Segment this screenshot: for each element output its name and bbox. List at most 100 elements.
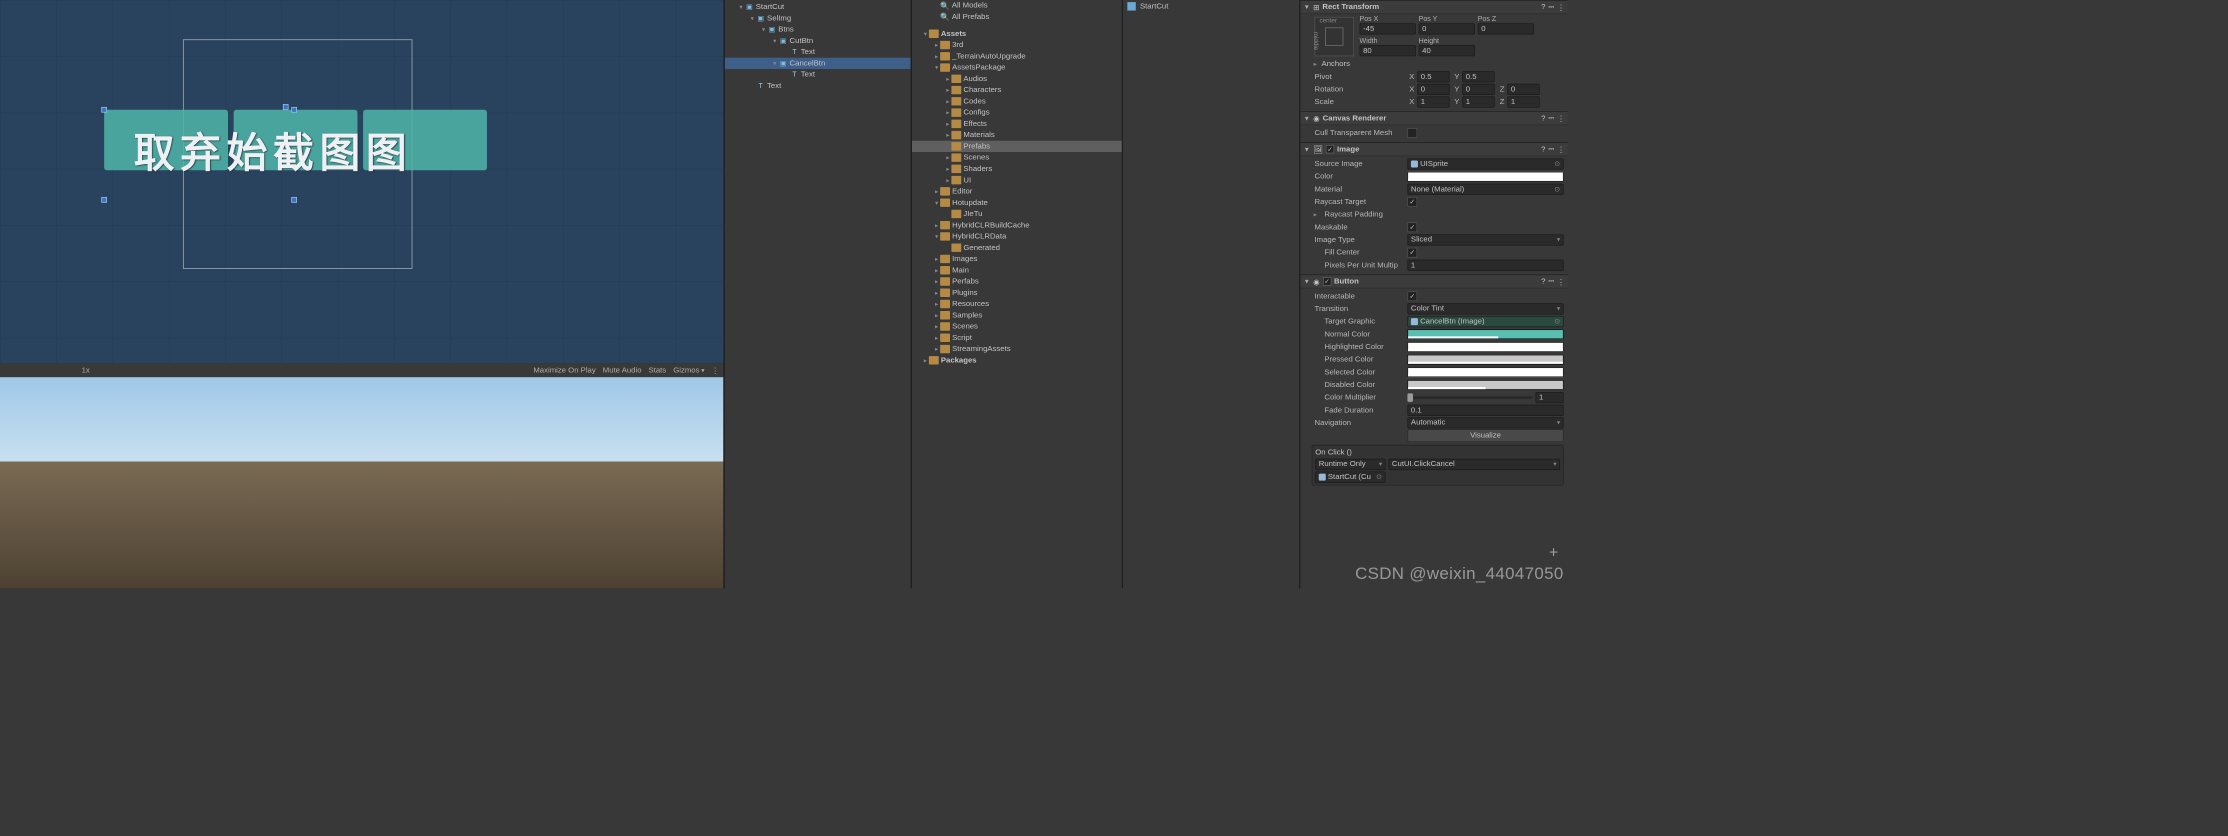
project-folder[interactable]: ▸Plugins <box>912 287 1122 298</box>
rot-x-input[interactable] <box>1417 84 1449 95</box>
project-folder[interactable]: ▸_TerrainAutoUpgrade <box>912 51 1122 62</box>
hierarchy-item[interactable]: ▾▣StartCut <box>725 1 911 12</box>
posy-input[interactable] <box>1419 23 1475 34</box>
source-image-field[interactable]: UISprite⊙ <box>1407 158 1563 169</box>
project-folder[interactable]: ▸Perfabs <box>912 276 1122 287</box>
anchor-preset-icon[interactable]: ⊞ <box>1313 2 1319 11</box>
normal-color-field[interactable] <box>1407 329 1563 339</box>
preset-icon[interactable]: ⎓ <box>1548 114 1554 123</box>
gizmos-dropdown[interactable]: Gizmos <box>673 366 704 374</box>
transition-dropdown[interactable]: Color Tint <box>1407 303 1563 314</box>
scene-canvas[interactable]: 取弃始截图图 <box>0 0 723 363</box>
project-folder[interactable]: ▸HybridCLRBuildCache <box>912 220 1122 231</box>
anchor-preset-button[interactable]: center middle <box>1315 17 1354 56</box>
scene-view-secondary[interactable] <box>0 377 723 588</box>
scale-z-input[interactable] <box>1507 96 1539 107</box>
project-folder[interactable]: ▾Assets <box>912 28 1122 39</box>
rot-y-input[interactable] <box>1462 84 1494 95</box>
preset-icon[interactable]: ⎓ <box>1548 277 1554 286</box>
project-folder[interactable]: ▸Scenes <box>912 321 1122 332</box>
project-folder[interactable]: ▸Script <box>912 332 1122 343</box>
canvas-renderer-header[interactable]: ▼◉ Canvas Renderer ?⎓⋮ <box>1300 111 1567 125</box>
project-folder[interactable]: ▾Hotupdate <box>912 197 1122 208</box>
preset-icon[interactable]: ⎓ <box>1548 145 1554 154</box>
fill-center-checkbox[interactable]: ✓ <box>1407 248 1417 258</box>
runtime-dropdown[interactable]: Runtime Only <box>1315 459 1385 470</box>
pivot-x-input[interactable] <box>1417 71 1449 82</box>
project-folder[interactable]: ▸UI <box>912 175 1122 186</box>
posz-input[interactable] <box>1478 23 1534 34</box>
raycast-target-checkbox[interactable]: ✓ <box>1407 197 1417 207</box>
selected-color-field[interactable] <box>1407 367 1563 377</box>
project-folder[interactable]: ▸3rd <box>912 39 1122 50</box>
hierarchy-item[interactable]: ▾▣Btns <box>725 24 911 35</box>
scale-x-input[interactable] <box>1417 96 1449 107</box>
image-type-dropdown[interactable]: Sliced <box>1407 234 1563 245</box>
image-enable-checkbox[interactable]: ✓ <box>1326 145 1334 153</box>
menu-icon[interactable]: ⋮ <box>1557 145 1565 154</box>
maskable-checkbox[interactable]: ✓ <box>1407 222 1417 232</box>
width-input[interactable] <box>1360 45 1416 56</box>
add-component-button[interactable]: + <box>1549 543 1558 561</box>
project-filter[interactable]: 🔍All Prefabs <box>912 11 1122 22</box>
resize-handle[interactable] <box>101 197 107 203</box>
stats-toggle[interactable]: Stats <box>649 366 667 374</box>
pivot-y-input[interactable] <box>1462 71 1494 82</box>
project-folder[interactable]: ▸Editor <box>912 186 1122 197</box>
ppu-input[interactable] <box>1407 260 1563 271</box>
help-icon[interactable]: ? <box>1541 2 1545 11</box>
event-object-field[interactable]: StartCut (Cu⊙ <box>1315 471 1385 482</box>
navigation-dropdown[interactable]: Automatic <box>1407 417 1563 428</box>
material-field[interactable]: None (Material)⊙ <box>1407 184 1563 195</box>
help-icon[interactable]: ? <box>1541 145 1545 154</box>
breadcrumb[interactable]: StartCut <box>1123 0 1299 13</box>
help-icon[interactable]: ? <box>1541 114 1545 123</box>
pressed-color-field[interactable] <box>1407 355 1563 365</box>
mute-toggle[interactable]: Mute Audio <box>603 366 642 374</box>
cull-checkbox[interactable] <box>1407 128 1417 138</box>
help-icon[interactable]: ? <box>1541 277 1545 286</box>
image-component-header[interactable]: ▼🖼✓ Image ?⎓⋮ <box>1300 142 1567 156</box>
highlighted-color-field[interactable] <box>1407 342 1563 352</box>
project-folder[interactable]: ▸Scenes <box>912 152 1122 163</box>
project-folder[interactable]: ▾HybridCLRData <box>912 231 1122 242</box>
resize-handle[interactable] <box>291 197 297 203</box>
project-folder[interactable]: ▾AssetsPackage <box>912 62 1122 73</box>
overflow-icon[interactable]: ⋮ <box>711 366 719 375</box>
function-dropdown[interactable]: CutUI.ClickCancel <box>1388 459 1560 470</box>
project-folder[interactable]: ▸Resources <box>912 298 1122 309</box>
project-folder[interactable]: ▸Materials <box>912 129 1122 140</box>
project-folder[interactable]: ▸Characters <box>912 84 1122 95</box>
disabled-color-field[interactable] <box>1407 380 1563 390</box>
rect-transform-header[interactable]: ▼ ⊞ Rect Transform ?⎓⋮ <box>1300 0 1567 14</box>
project-folder[interactable]: ▸Main <box>912 265 1122 276</box>
color-multiplier-slider[interactable] <box>1407 396 1532 399</box>
project-folder[interactable]: ▸Shaders <box>912 163 1122 174</box>
image-color-field[interactable] <box>1407 172 1563 182</box>
hierarchy-item[interactable]: TText <box>725 46 911 57</box>
button-component-header[interactable]: ▼◉✓ Button ?⎓⋮ <box>1300 274 1567 288</box>
height-input[interactable] <box>1419 45 1475 56</box>
posx-input[interactable] <box>1360 23 1416 34</box>
project-folder[interactable]: JIeTu <box>912 208 1122 219</box>
menu-icon[interactable]: ⋮ <box>1557 114 1565 123</box>
hierarchy-item[interactable]: TText <box>725 80 911 91</box>
button-enable-checkbox[interactable]: ✓ <box>1323 277 1331 285</box>
scale-y-input[interactable] <box>1462 96 1494 107</box>
visualize-button[interactable]: Visualize <box>1407 429 1563 442</box>
project-folder[interactable]: ▸Configs <box>912 107 1122 118</box>
hierarchy-item[interactable]: ▾▣CancelBtn <box>725 58 911 69</box>
fade-duration-input[interactable] <box>1407 405 1563 416</box>
project-folder[interactable]: ▸Effects <box>912 118 1122 129</box>
project-folder[interactable]: ▸Samples <box>912 310 1122 321</box>
hierarchy-item[interactable]: TText <box>725 69 911 80</box>
interactable-checkbox[interactable]: ✓ <box>1407 291 1417 301</box>
preset-icon[interactable]: ⎓ <box>1548 2 1554 11</box>
project-folder[interactable]: ▸Audios <box>912 73 1122 84</box>
hierarchy-item[interactable]: ▾▣CutBtn <box>725 35 911 46</box>
project-folder[interactable]: Generated <box>912 242 1122 253</box>
rot-z-input[interactable] <box>1507 84 1539 95</box>
project-folder[interactable]: ▸Images <box>912 253 1122 264</box>
resize-handle[interactable] <box>291 107 297 113</box>
project-folder[interactable]: ▸Packages <box>912 355 1122 366</box>
